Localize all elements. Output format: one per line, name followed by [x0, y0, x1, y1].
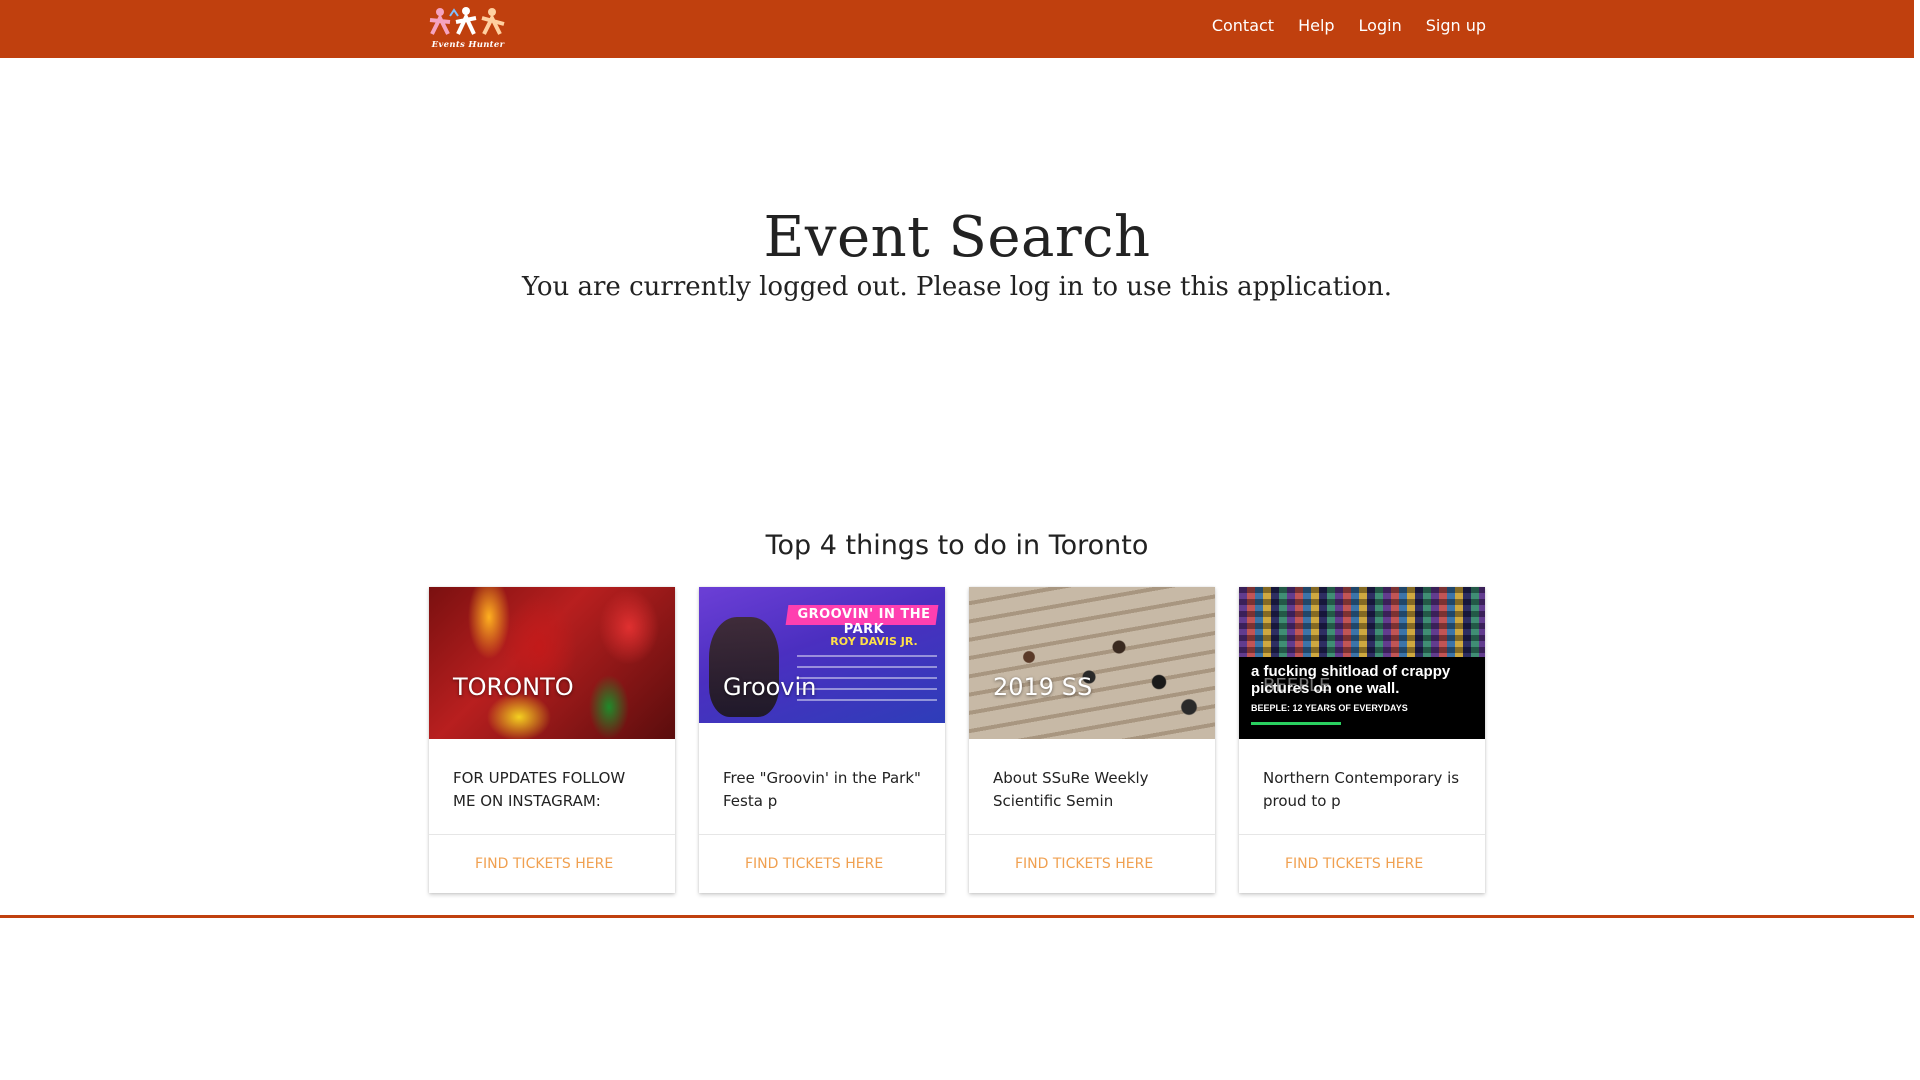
logged-out-message: You are currently logged out. Please log…: [521, 272, 1393, 302]
poster-accent-line: [1251, 722, 1341, 725]
card-action: FIND TICKETS HERE: [1239, 834, 1485, 892]
find-tickets-link[interactable]: FIND TICKETS HERE: [745, 856, 883, 872]
nav-links: Contact Help Login Sign up: [1212, 0, 1486, 50]
event-image-title: 2019 SS: [993, 673, 1093, 701]
footer-divider: [0, 915, 1914, 918]
nav-signup-link[interactable]: Sign up: [1426, 16, 1486, 35]
nav-help-link[interactable]: Help: [1298, 16, 1334, 35]
logo-text: Events Hunter: [431, 40, 505, 50]
event-cards: TORONTO FOR UPDATES FOLLOW ME ON INSTAGR…: [429, 587, 1485, 893]
event-description: Free "Groovin' in the Park" Festa p: [723, 769, 921, 810]
logo-dancers-icon: [429, 7, 505, 35]
event-image-title: Groovin: [723, 673, 817, 701]
poster-sponsors: [699, 723, 945, 739]
event-card: a fucking shitload of crappy pictures on…: [1239, 587, 1485, 893]
logo[interactable]: Events Hunter: [420, 4, 514, 54]
event-description: About SSuRe Weekly Scientific Semin: [993, 769, 1149, 810]
event-card: 2019 SS About SSuRe Weekly Scientific Se…: [969, 587, 1215, 893]
event-image: 2019 SS: [969, 587, 1215, 739]
event-image-title: BEEPLE: [1263, 675, 1331, 696]
card-action: FIND TICKETS HERE: [429, 834, 675, 892]
page-title: Event Search: [763, 205, 1151, 270]
find-tickets-link[interactable]: FIND TICKETS HERE: [475, 856, 613, 872]
find-tickets-link[interactable]: FIND TICKETS HERE: [1015, 856, 1153, 872]
poster-mosaic-overlay: [1239, 587, 1485, 657]
nav-login-link[interactable]: Login: [1359, 16, 1402, 35]
poster-lineup: [797, 655, 937, 705]
event-card: TORONTO FOR UPDATES FOLLOW ME ON INSTAGR…: [429, 587, 675, 893]
card-action: FIND TICKETS HERE: [699, 834, 945, 892]
event-description: Northern Contemporary is proud to p: [1263, 769, 1460, 810]
event-description: FOR UPDATES FOLLOW ME ON INSTAGRAM:: [453, 769, 626, 810]
event-card: GROOVIN' IN THE PARK ROY DAVIS JR. Groov…: [699, 587, 945, 893]
top-things-heading: Top 4 things to do in Toronto: [765, 530, 1149, 561]
poster-artist-name: ROY DAVIS JR.: [830, 635, 918, 648]
nav-contact-link[interactable]: Contact: [1212, 16, 1274, 35]
poster-subline: BEEPLE: 12 YEARS OF EVERYDAYS: [1251, 703, 1408, 713]
event-image: TORONTO: [429, 587, 675, 739]
navbar: Events Hunter Contact Help Login Sign up: [0, 0, 1914, 58]
poster-portrait: [709, 617, 779, 717]
event-image: a fucking shitload of crappy pictures on…: [1239, 587, 1485, 739]
card-action: FIND TICKETS HERE: [969, 834, 1215, 892]
find-tickets-link[interactable]: FIND TICKETS HERE: [1285, 856, 1423, 872]
event-image-title: TORONTO: [453, 673, 574, 701]
poster-banner-text: GROOVIN' IN THE PARK: [797, 607, 931, 637]
event-image: GROOVIN' IN THE PARK ROY DAVIS JR. Groov…: [699, 587, 945, 739]
